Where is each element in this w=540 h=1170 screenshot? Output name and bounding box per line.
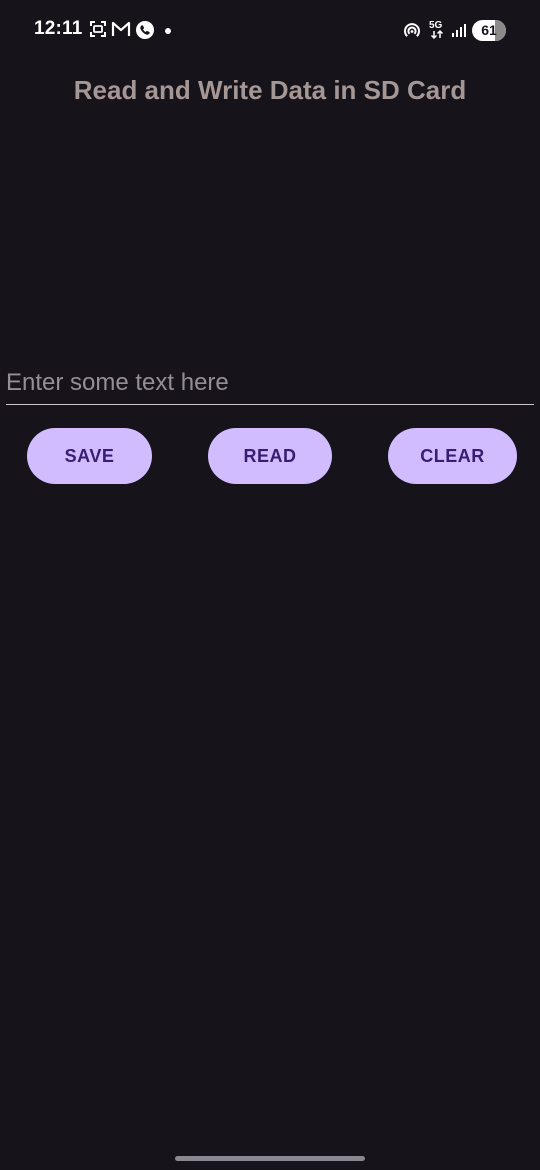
gmail-icon [111, 21, 131, 36]
status-bar: 12:11 5G 61 [0, 0, 540, 60]
svg-text:5G: 5G [429, 20, 443, 31]
hotspot-icon [404, 23, 420, 37]
status-time: 12:11 [34, 18, 83, 39]
signal-icon [452, 24, 466, 37]
text-input[interactable] [6, 362, 534, 405]
5g-icon: 5G [429, 20, 444, 40]
clear-button[interactable]: CLEAR [388, 428, 517, 484]
app-screen: 12:11 5G 61 Read and Write Data in SD Ca… [0, 0, 540, 1170]
read-button[interactable]: READ [208, 428, 332, 484]
screenshot-icon [90, 21, 106, 37]
home-indicator[interactable] [175, 1156, 365, 1161]
battery-level: 61 [481, 22, 497, 38]
notification-dot-icon [165, 28, 171, 34]
battery-indicator: 61 [472, 20, 506, 41]
save-button[interactable]: SAVE [27, 428, 152, 484]
phone-call-icon [136, 21, 154, 39]
page-title: Read and Write Data in SD Card [73, 75, 467, 105]
